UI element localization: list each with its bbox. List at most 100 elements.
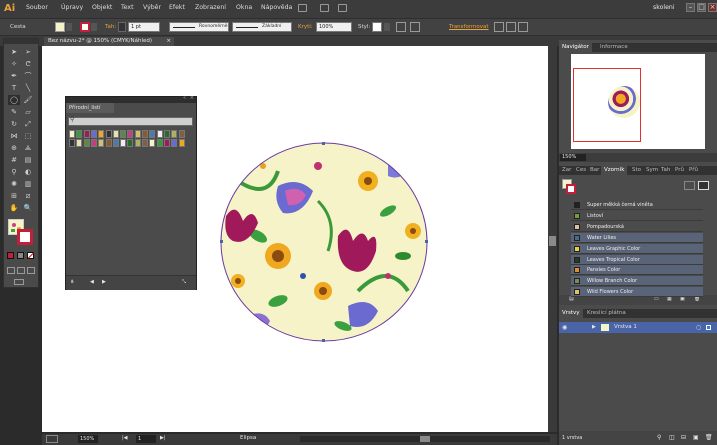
none-mode-icon[interactable] (27, 252, 35, 259)
status-icon[interactable] (46, 435, 58, 443)
width-tool-icon[interactable]: ⋈ (8, 131, 20, 141)
swatch-row[interactable]: Wild Flowers Color (571, 287, 703, 298)
new-sublayer-icon[interactable]: ⊟ (681, 434, 686, 441)
panel-menu-icon[interactable] (518, 22, 528, 32)
artboard-number-field[interactable]: 1 (136, 435, 156, 443)
swatch-row[interactable]: Leaves Tropical Color (571, 254, 703, 265)
workspace-switcher[interactable]: skoleni (653, 4, 675, 11)
layer-row[interactable]: ◉ ▶ Vrstva 1 ○ (559, 322, 717, 333)
horizontal-scrollbar[interactable] (300, 436, 550, 442)
pattern-thumbnail[interactable] (149, 139, 156, 147)
align-options-icon[interactable] (506, 22, 516, 32)
pattern-thumbnail[interactable] (90, 130, 97, 138)
first-artboard-icon[interactable]: |◀ (122, 435, 128, 441)
shape-builder-tool-icon[interactable]: ⊕ (8, 143, 20, 153)
close-button[interactable]: × (708, 3, 717, 12)
layout-icon[interactable] (338, 4, 347, 12)
menu-upravy[interactable]: Úpravy (61, 4, 83, 11)
stroke-label[interactable]: Tah: (105, 24, 116, 30)
pencil-tool-icon[interactable]: ✎ (8, 107, 20, 117)
perspective-grid-tool-icon[interactable]: ⟁ (22, 143, 34, 153)
pattern-thumbnail[interactable] (171, 139, 178, 147)
variable-width-profile[interactable]: Rovnoměrně (169, 22, 229, 32)
close-panel-icon[interactable]: × (190, 95, 194, 101)
pattern-thumbnail[interactable] (83, 139, 90, 147)
library-menu-icon[interactable]: ⋔ (70, 279, 74, 285)
stroke-swatch[interactable] (80, 22, 90, 32)
pattern-thumbnail[interactable] (127, 130, 134, 138)
stroke-color-box[interactable] (17, 229, 33, 245)
library-panel-tab[interactable]: Přírodní_listí (66, 103, 114, 113)
menu-objekt[interactable]: Objekt (92, 4, 112, 11)
last-artboard-icon[interactable]: ▶| (160, 435, 166, 441)
paintbrush-tool-icon[interactable]: 🖌 (22, 95, 34, 105)
pattern-thumbnail[interactable] (171, 130, 178, 138)
pattern-thumbnail[interactable] (105, 130, 112, 138)
tab-informace[interactable]: Informace (597, 43, 631, 52)
hand-tool-icon[interactable]: ✋ (8, 203, 20, 213)
pattern-thumbnail[interactable] (76, 130, 83, 138)
pattern-thumbnail[interactable] (142, 130, 148, 138)
pattern-thumbnail[interactable] (76, 139, 83, 147)
tab-pru2[interactable]: Přů (686, 166, 701, 175)
scale-tool-icon[interactable]: ⤢ (22, 119, 34, 129)
draw-behind-icon[interactable] (17, 267, 25, 274)
draw-inside-icon[interactable] (27, 267, 35, 274)
tab-vrstvy[interactable]: Vrstvy (559, 309, 583, 318)
pattern-thumbnail[interactable] (69, 139, 75, 147)
pattern-thumbnail[interactable] (112, 130, 119, 138)
swatch-row[interactable]: Super měkká černá viněta (571, 200, 703, 210)
thumbnail-view-icon[interactable] (684, 181, 695, 190)
pattern-thumbnail[interactable] (127, 139, 134, 147)
new-layer-icon[interactable]: ▣ (693, 434, 699, 441)
selection-tool-icon[interactable]: ➤ (8, 47, 20, 57)
pattern-thumbnail[interactable] (134, 139, 141, 147)
pen-tool-icon[interactable]: ✒ (8, 71, 20, 81)
pattern-thumbnail[interactable] (112, 139, 119, 147)
align-icon[interactable] (396, 22, 406, 32)
pattern-thumbnail[interactable] (156, 139, 163, 147)
pattern-thumbnail[interactable] (149, 130, 156, 138)
layer-name[interactable]: Vrstva 1 (614, 324, 637, 330)
artboard-tool-icon[interactable]: ⊞ (8, 191, 20, 201)
opacity-label[interactable]: Krytí: (298, 24, 313, 30)
visibility-eye-icon[interactable]: ◉ (562, 324, 567, 331)
color-mode-icon[interactable] (7, 252, 14, 259)
type-tool-icon[interactable]: T (8, 83, 20, 93)
lasso-tool-icon[interactable]: ᕦ (22, 59, 34, 69)
pattern-thumbnail[interactable] (178, 130, 185, 138)
patterned-circle[interactable] (218, 141, 430, 343)
stroke-weight-field[interactable]: 1 pt (128, 22, 160, 32)
tab-vzornik[interactable]: Vzorník (601, 166, 628, 175)
vertical-scrollbar-thumb[interactable] (549, 236, 556, 246)
swatch-row[interactable]: Willow Branch Color (571, 276, 703, 287)
close-tab-icon[interactable]: × (166, 37, 171, 46)
pattern-thumbnail[interactable] (90, 139, 97, 147)
clipping-mask-icon[interactable]: ◫ (669, 434, 675, 441)
horizontal-scrollbar-thumb[interactable] (420, 436, 430, 442)
pattern-thumbnail[interactable] (142, 139, 148, 147)
delete-layer-icon[interactable]: 🗑 (705, 434, 713, 441)
maximize-button[interactable]: □ (697, 3, 706, 12)
swatch-row[interactable]: Pompadourská (571, 222, 703, 232)
fill-swatch[interactable] (55, 22, 65, 32)
navigator-preview[interactable] (571, 54, 705, 149)
curvature-tool-icon[interactable]: ⌒ (22, 71, 34, 81)
magic-wand-tool-icon[interactable]: ✧ (8, 59, 20, 69)
next-library-icon[interactable]: ▶ (102, 279, 106, 285)
pattern-thumbnail[interactable] (69, 130, 75, 138)
eraser-tool-icon[interactable]: ▱ (22, 107, 34, 117)
selection-indicator[interactable] (706, 325, 711, 330)
swatch-row[interactable]: Leaves Graphic Color (571, 243, 703, 254)
pattern-thumbnail-grid[interactable] (69, 130, 189, 150)
swatch-stroke-box[interactable] (566, 184, 576, 194)
pattern-thumbnail[interactable] (120, 130, 127, 138)
pattern-thumbnail[interactable] (98, 139, 105, 147)
swatch-row[interactable]: Pansies Color (571, 265, 703, 276)
navigator-zoom-field[interactable]: 150% (560, 154, 586, 161)
recolor-icon[interactable] (410, 22, 420, 32)
pattern-thumbnail[interactable] (98, 130, 105, 138)
pattern-thumbnail[interactable] (163, 130, 170, 138)
menu-efekt[interactable]: Efekt (169, 4, 185, 11)
pattern-thumbnail[interactable] (156, 130, 163, 138)
